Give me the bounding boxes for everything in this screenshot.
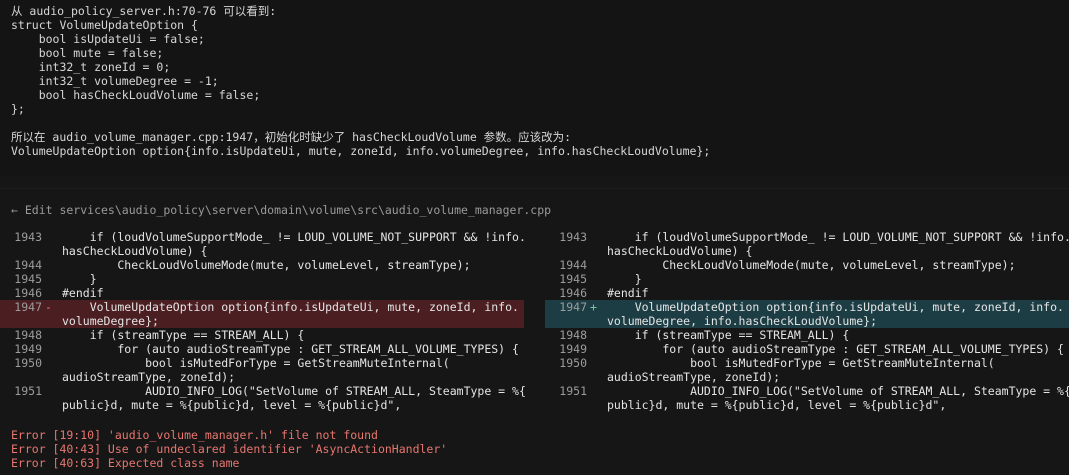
diff-line: 1948 if (streamType == STREAM_ALL) { <box>545 328 1069 342</box>
code-text: bool isMutedForType = GetStreamMuteInter… <box>62 356 450 370</box>
code-text: VolumeUpdateOption option{info.isUpdateU… <box>62 300 519 314</box>
diff-line: 1949 for (auto audioStreamType : GET_STR… <box>545 342 1069 356</box>
line-number: 1945 <box>559 272 587 286</box>
line-number: 1943 <box>14 230 42 244</box>
line-number: 1950 <box>14 356 42 370</box>
line-number: 1947 <box>14 300 42 314</box>
struct-line: int32_t zoneId = 0; <box>11 60 171 74</box>
code-text: bool isMutedForType = GetStreamMuteInter… <box>607 356 995 370</box>
code-text: CheckLoudVolumeMode(mute, volumeLevel, s… <box>62 258 471 272</box>
code-text: #endif <box>607 286 649 300</box>
diff-line: 1949 for (auto audioStreamType : GET_STR… <box>0 342 524 356</box>
code-text: audioStreamType, zoneId); <box>607 370 781 384</box>
code-text: volumeDegree}; <box>62 314 159 328</box>
diff-line: 1950 bool isMutedForType = GetStreamMute… <box>545 356 1069 370</box>
conclusion-line: 所以在 audio_volume_manager.cpp:1947，初始化时缺少… <box>11 130 572 144</box>
diff-line: 1943 if (loudVolumeSupportMode_ != LOUD_… <box>0 230 526 244</box>
code-text: for (auto audioStreamType : GET_STREAM_A… <box>62 342 519 356</box>
code-text: if (streamType == STREAM_ALL) { <box>62 328 305 342</box>
diff-sign: + <box>590 300 597 314</box>
struct-line: bool mute = false; <box>11 46 164 60</box>
code-text: CheckLoudVolumeMode(mute, volumeLevel, s… <box>607 258 1016 272</box>
struct-line: bool isUpdateUi = false; <box>11 32 205 46</box>
diff-line: 1950 bool isMutedForType = GetStreamMute… <box>0 356 524 370</box>
diff-line: 1947 + VolumeUpdateOption option{info.isU… <box>545 300 1069 314</box>
diff-line: 1943 if (loudVolumeSupportMode_ != LOUD_… <box>545 230 1069 244</box>
code-text: if (loudVolumeSupportMode_ != LOUD_VOLUM… <box>607 230 1069 244</box>
code-text: #endif <box>62 286 104 300</box>
struct-line: struct VolumeUpdateOption { <box>11 18 198 32</box>
fix-code-line: VolumeUpdateOption option{info.isUpdateU… <box>11 144 711 158</box>
line-number: 1943 <box>559 230 587 244</box>
diff-line: volumeDegree, info.hasCheckLoudVolume}; <box>545 314 1069 328</box>
line-number: 1946 <box>559 286 587 300</box>
diff-left-pane: 1943 if (loudVolumeSupportMode_ != LOUD_… <box>0 226 526 416</box>
code-text: public}d, mute = %{public}d, level = %{p… <box>607 398 947 412</box>
diff-line: 1948 if (streamType == STREAM_ALL) { <box>0 328 524 342</box>
code-text: hasCheckLoudVolume) { <box>607 244 753 258</box>
code-text: } <box>62 272 97 286</box>
line-number: 1949 <box>14 342 42 356</box>
line-number: 1947 <box>559 300 587 314</box>
diff-line: audioStreamType, zoneId); <box>545 370 1069 384</box>
diff-line: 1944 CheckLoudVolumeMode(mute, volumeLev… <box>0 258 524 272</box>
code-text: for (auto audioStreamType : GET_STREAM_A… <box>607 342 1064 356</box>
error-message: Error [40:63] Expected class name <box>11 456 240 470</box>
line-number: 1948 <box>559 328 587 342</box>
line-number: 1945 <box>14 272 42 286</box>
code-text: volumeDegree, info.hasCheckLoudVolume}; <box>607 314 878 328</box>
code-text: AUDIO_INFO_LOG("SetVolume of STREAM_ALL,… <box>62 384 526 398</box>
code-text: hasCheckLoudVolume) { <box>62 244 208 258</box>
code-text: AUDIO_INFO_LOG("SetVolume of STREAM_ALL,… <box>607 384 1069 398</box>
diff-line: 1951 AUDIO_INFO_LOG("SetVolume of STREAM… <box>0 384 526 398</box>
line-number: 1950 <box>559 356 587 370</box>
code-text: if (loudVolumeSupportMode_ != LOUD_VOLUM… <box>62 230 526 244</box>
diff-right-pane: 1943 if (loudVolumeSupportMode_ != LOUD_… <box>545 226 1069 416</box>
code-text: public}d, mute = %{public}d, level = %{p… <box>62 398 402 412</box>
struct-line: bool hasCheckLoudVolume = false; <box>11 88 261 102</box>
diff-line: public}d, mute = %{public}d, level = %{p… <box>0 398 524 412</box>
line-number: 1951 <box>559 384 587 398</box>
error-message: Error [19:10] 'audio_volume_manager.h' f… <box>11 428 378 442</box>
diff-line: 1946 #endif <box>0 286 524 300</box>
diff-line: 1945 } <box>0 272 524 286</box>
diff-line: 1946 #endif <box>545 286 1069 300</box>
line-number: 1951 <box>14 384 42 398</box>
source-reference-line: 从 audio_policy_server.h:70-76 可以看到: <box>11 4 277 18</box>
diff-line: 1951 AUDIO_INFO_LOG("SetVolume of STREAM… <box>545 384 1069 398</box>
diff-line: public}d, mute = %{public}d, level = %{p… <box>545 398 1069 412</box>
code-text: audioStreamType, zoneId); <box>62 370 236 384</box>
diff-line: audioStreamType, zoneId); <box>0 370 524 384</box>
line-number: 1949 <box>559 342 587 356</box>
diff-line: 1944 CheckLoudVolumeMode(mute, volumeLev… <box>545 258 1069 272</box>
struct-line: int32_t volumeDegree = -1; <box>11 74 219 88</box>
error-message: Error [40:43] Use of undeclared identifi… <box>11 442 448 456</box>
assistant-message: 从 audio_policy_server.h:70-76 可以看到: stru… <box>0 0 1069 176</box>
diff-line: hasCheckLoudVolume) { <box>0 244 524 258</box>
struct-line: }; <box>11 102 25 116</box>
divider <box>0 188 1069 189</box>
diff-line: 1947- VolumeUpdateOption option{info.isU… <box>0 300 524 314</box>
code-text: VolumeUpdateOption option{info.isUpdateU… <box>607 300 1064 314</box>
edit-file-header[interactable]: ← Edit services\audio_policy\server\doma… <box>11 203 551 217</box>
diff-line: 1945 } <box>545 272 1069 286</box>
line-number: 1944 <box>14 258 42 272</box>
line-number: 1946 <box>14 286 42 300</box>
diff-line: volumeDegree}; <box>0 314 524 328</box>
line-number: 1944 <box>559 258 587 272</box>
diff-sign: - <box>45 300 52 314</box>
line-number: 1948 <box>14 328 42 342</box>
diff-line: hasCheckLoudVolume) { <box>545 244 1069 258</box>
code-text: } <box>607 272 642 286</box>
code-text: if (streamType == STREAM_ALL) { <box>607 328 850 342</box>
